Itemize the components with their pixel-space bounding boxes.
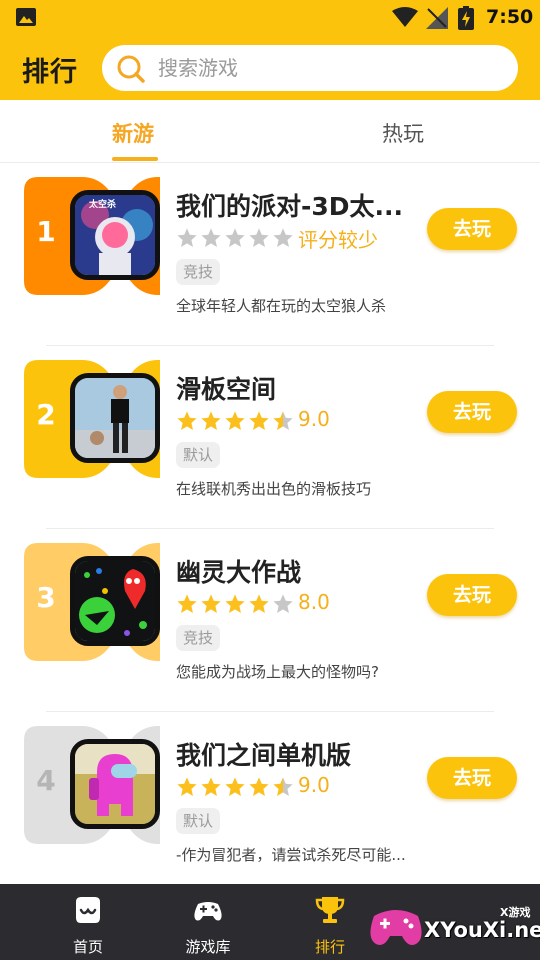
rating-star-icon — [177, 594, 197, 613]
game-icon[interactable]: 太空杀 — [70, 190, 160, 280]
rating-star-icon — [249, 777, 269, 796]
watermark: X游戏 XYouXi.net — [368, 884, 540, 960]
play-button[interactable]: 去玩 — [427, 757, 517, 799]
rating-star-icon — [201, 777, 221, 796]
status-time: 7:50 — [486, 6, 534, 28]
rank-number: 1 — [36, 215, 56, 248]
search-icon — [117, 55, 145, 83]
tab-new-games[interactable]: 新游 — [112, 118, 154, 148]
tab-hot-games[interactable]: 热玩 — [382, 118, 424, 148]
game-icon[interactable] — [70, 739, 160, 829]
nav-ranking-label: 排行 — [314, 938, 345, 956]
game-tag: 默认 — [176, 442, 221, 468]
rating-star-icon — [273, 777, 293, 796]
game-score: 9.0 — [298, 773, 330, 797]
game-title[interactable]: 幽灵大作战 — [176, 553, 408, 589]
nav-ranking[interactable]: 排行 — [290, 884, 370, 960]
rank-number: 4 — [36, 764, 56, 797]
nav-game-library[interactable]: 游戏库 — [168, 884, 248, 960]
game-tag: 竞技 — [176, 625, 221, 651]
watermark-logo-icon — [370, 910, 422, 945]
watermark-text: XYouXi.net — [424, 918, 540, 942]
game-thumb-art — [75, 744, 155, 824]
no-signal-icon — [426, 7, 448, 29]
game-icon[interactable] — [70, 556, 160, 646]
battery-charging-icon — [458, 6, 474, 30]
game-title[interactable]: 我们之间单机版 — [176, 736, 408, 772]
top-bar: 7:50 排行 — [0, 0, 540, 100]
game-list-item[interactable]: 4 我们之间单机版 9.0 默认 -作为冒犯者，请尝试杀死尽可能... 去玩 — [0, 712, 540, 895]
play-button[interactable]: 去玩 — [427, 208, 517, 250]
game-tag: 竞技 — [176, 259, 221, 285]
game-title[interactable]: 我们的派对-3D太... — [176, 187, 408, 223]
rating-star-icon — [225, 411, 245, 430]
nav-game-library-label: 游戏库 — [185, 938, 231, 956]
home-icon — [76, 897, 100, 923]
page-title: 排行 — [22, 57, 78, 88]
rating-star-icon — [177, 777, 197, 796]
game-description: 在线联机秀出出色的滑板技巧 — [176, 480, 372, 498]
svg-text:太空杀: 太空杀 — [88, 198, 116, 210]
game-score: 评分较少 — [298, 228, 378, 252]
rating-star-icon — [201, 594, 221, 613]
rating-star-icon — [225, 228, 245, 247]
rank-number: 2 — [36, 398, 56, 431]
game-list-item[interactable]: 1 太空杀 我们的派对-3D太... 评分较少 竞技 全球年轻人都在玩的太空狼人… — [0, 163, 540, 346]
game-thumb-art — [75, 378, 155, 458]
game-title[interactable]: 滑板空间 — [176, 370, 408, 406]
tab-bar: 新游 热玩 — [0, 100, 540, 163]
game-list-item[interactable]: 2 滑板空间 9.0 默认 在线联机秀出出色的滑板技巧 去玩 — [0, 346, 540, 529]
rating-star-icon — [273, 411, 293, 430]
active-tab-indicator — [112, 157, 158, 161]
rating-star-icon — [249, 594, 269, 613]
play-button[interactable]: 去玩 — [427, 391, 517, 433]
rating-star-icon — [225, 594, 245, 613]
rating-stars — [176, 227, 296, 249]
search-bar[interactable] — [102, 45, 518, 91]
game-score: 8.0 — [298, 590, 330, 614]
rating-stars — [176, 776, 296, 798]
gallery-notification-icon — [16, 8, 36, 26]
game-description: -作为冒犯者，请尝试杀死尽可能... — [176, 846, 406, 864]
nav-home-label: 首页 — [72, 938, 103, 956]
game-icon[interactable] — [70, 373, 160, 463]
game-description: 全球年轻人都在玩的太空狼人杀 — [176, 297, 387, 315]
game-list-item[interactable]: 3 幽灵大作战 8.0 竞技 您能成为战场上最大的怪物吗? 去玩 — [0, 529, 540, 712]
search-input[interactable] — [158, 53, 498, 83]
rating-stars — [176, 593, 296, 615]
gamepad-icon — [194, 902, 222, 921]
trophy-icon — [315, 897, 345, 923]
rating-star-icon — [273, 594, 293, 613]
rating-star-icon — [225, 777, 245, 796]
rating-star-icon — [249, 228, 269, 247]
rank-number: 3 — [36, 581, 56, 614]
rating-star-icon — [177, 228, 197, 247]
rating-star-icon — [201, 228, 221, 247]
play-button[interactable]: 去玩 — [427, 574, 517, 616]
wifi-icon — [392, 7, 418, 27]
game-description: 您能成为战场上最大的怪物吗? — [176, 663, 379, 681]
game-thumb-art: 太空杀 — [75, 195, 155, 275]
rating-stars — [176, 410, 296, 432]
game-thumb-art — [75, 561, 155, 641]
game-score: 9.0 — [298, 407, 330, 431]
rating-star-icon — [273, 228, 293, 247]
status-bar: 7:50 — [0, 0, 540, 36]
rating-star-icon — [177, 411, 197, 430]
game-tag: 默认 — [176, 808, 221, 834]
nav-home[interactable]: 首页 — [48, 884, 128, 960]
rating-star-icon — [201, 411, 221, 430]
rating-star-icon — [249, 411, 269, 430]
